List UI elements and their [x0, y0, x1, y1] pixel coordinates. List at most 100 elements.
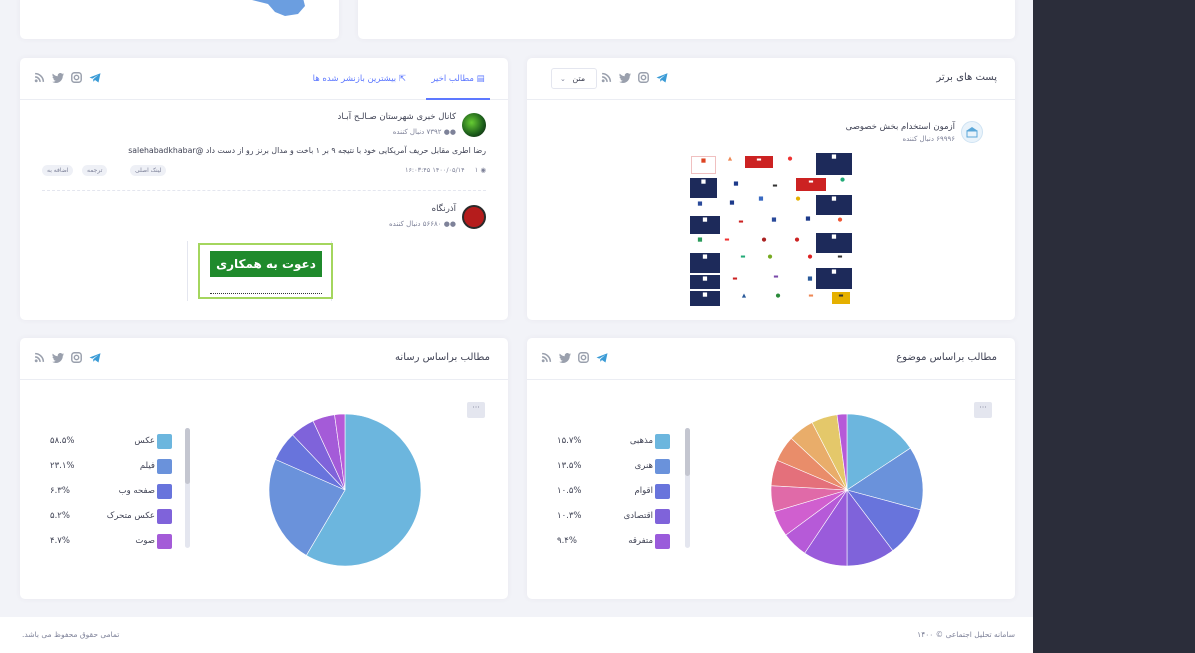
- channel-followers: ۶۹۹۹۶ دنبال کننده: [902, 135, 955, 143]
- logo-tile: ■: [733, 181, 739, 187]
- media-pie-chart: [268, 413, 422, 567]
- card-title: مطالب براساس رسانه: [395, 352, 490, 363]
- tab-most-shared[interactable]: ⇱ بیشترین بازنشر شده ها: [313, 74, 406, 84]
- post-image[interactable]: ■ ▲ ▬ ● ■ ■ ■ ▬ ▬ ● ■ ■ ■ ● ■ ■ ▬ ■ ■ ● …: [690, 153, 852, 306]
- card-title: پست های برتر: [936, 72, 997, 83]
- instagram-icon[interactable]: [578, 352, 589, 363]
- logo-tile: ▬: [832, 292, 850, 304]
- twitter-icon[interactable]: [559, 352, 571, 363]
- chevron-down-icon: ⌄: [560, 75, 566, 83]
- legend-swatch[interactable]: [157, 534, 172, 549]
- tag-original-link[interactable]: لینک اصلی: [130, 165, 167, 176]
- legend-swatch[interactable]: [655, 434, 670, 449]
- legend-swatch[interactable]: [157, 459, 172, 474]
- legend-label[interactable]: صفحه وب: [119, 486, 155, 496]
- legend-label[interactable]: اقتصادی: [624, 511, 653, 521]
- rss-icon[interactable]: [601, 72, 612, 83]
- tab-recent-label: مطالب اخیر: [431, 74, 474, 84]
- users-icon: ●●: [443, 220, 456, 228]
- logo-tile: ▬: [745, 156, 773, 168]
- twitter-icon[interactable]: [52, 72, 64, 83]
- type-select[interactable]: ⌄ متن: [551, 68, 597, 89]
- map-fragment: [252, 0, 305, 16]
- legend-label[interactable]: فیلم: [140, 461, 155, 471]
- logo-tile: ▬: [772, 183, 778, 189]
- legend-value: ۴.۷%: [50, 536, 70, 546]
- card-header: پست های برتر ⌄ متن: [527, 58, 1015, 100]
- rss-icon[interactable]: [34, 352, 45, 363]
- channel-name[interactable]: آزمون استخدام بخش خصوصی: [846, 122, 955, 132]
- social-icons: [601, 72, 668, 83]
- newspaper-icon: ▤: [476, 74, 485, 84]
- top-left-card: [20, 0, 339, 39]
- rss-icon[interactable]: [541, 352, 552, 363]
- logo-tile: ●: [767, 254, 773, 260]
- legend-label[interactable]: اقوام: [635, 486, 653, 496]
- legend-label[interactable]: مذهبی: [630, 436, 653, 446]
- tag-translate[interactable]: ترجمه: [82, 165, 108, 176]
- logo-tile: ■: [690, 253, 720, 273]
- telegram-icon[interactable]: [656, 72, 668, 83]
- instagram-icon[interactable]: [71, 72, 82, 83]
- legend-swatch[interactable]: [655, 534, 670, 549]
- logo-tile: ■: [771, 217, 777, 223]
- tab-recent[interactable]: ▤ مطالب اخیر: [426, 58, 490, 100]
- logo-tile: ●: [837, 217, 843, 223]
- legend-label[interactable]: عکس: [134, 436, 155, 446]
- chart-menu-button[interactable]: ···: [467, 402, 485, 418]
- type-select-value: متن: [572, 74, 586, 83]
- logo-tile: ■: [690, 291, 720, 306]
- social-icons: [34, 352, 101, 363]
- eye-icon: ◉: [480, 166, 486, 174]
- logo-tile: ■: [729, 200, 735, 206]
- legend-value: ۶.۳%: [50, 486, 70, 496]
- legend-swatch[interactable]: [655, 459, 670, 474]
- top-right-card: [358, 0, 1015, 39]
- legend-label[interactable]: صوت: [135, 536, 155, 546]
- legend-swatch[interactable]: [157, 484, 172, 499]
- logo-tile: ●: [840, 177, 845, 183]
- legend-value: ۱۰.۵%: [557, 486, 582, 496]
- logo-tile: ■: [690, 275, 720, 289]
- logo-tile: ▬: [796, 178, 826, 191]
- card-header: ▤ مطالب اخیر ⇱ بیشترین بازنشر شده ها: [20, 58, 508, 100]
- telegram-icon[interactable]: [89, 72, 101, 83]
- logo-tile: ■: [690, 216, 720, 234]
- post-channel-name[interactable]: آذرنگاه: [432, 204, 456, 214]
- post-image[interactable]: دعوت به همکاری: [187, 241, 333, 301]
- legend-swatch[interactable]: [157, 434, 172, 449]
- post-followers: ۷۳۹۲ دنبال کننده: [392, 128, 442, 136]
- legend-label[interactable]: هنری: [635, 461, 653, 471]
- media-chart-card: مطالب براساس رسانه ··· عکس ۵۸.۵% فیلم ۲۳.۱%…: [20, 338, 508, 599]
- legend-swatch[interactable]: [655, 484, 670, 499]
- telegram-icon[interactable]: [89, 352, 101, 363]
- logo-tile: ▬: [773, 274, 779, 280]
- rss-icon[interactable]: [34, 72, 45, 83]
- post-avatar: [462, 113, 486, 137]
- legend-swatch[interactable]: [157, 509, 172, 524]
- dark-side-panel: [1033, 0, 1195, 653]
- channel-avatar: [961, 121, 983, 143]
- post-channel-name[interactable]: کانال خبری شهرستان صـالـح آبـاد: [338, 112, 456, 122]
- legend-value: ۲۳.۱%: [50, 461, 75, 471]
- legend-label[interactable]: متفرقه: [628, 536, 653, 546]
- logo-tile: ▬: [732, 276, 738, 282]
- logo-tile: ■: [816, 195, 852, 215]
- instagram-icon[interactable]: [638, 72, 649, 83]
- chart-menu-button[interactable]: ···: [974, 402, 992, 418]
- image-banner: دعوت به همکاری: [210, 251, 322, 277]
- logo-tile: ■: [697, 237, 703, 243]
- legend-scroll-thumb[interactable]: [685, 428, 690, 476]
- legend-swatch[interactable]: [655, 509, 670, 524]
- legend-label[interactable]: عکس متحرک: [107, 511, 155, 521]
- logo-tile: ●: [794, 237, 800, 243]
- legend-scroll-thumb[interactable]: [185, 428, 190, 484]
- instagram-icon[interactable]: [71, 352, 82, 363]
- twitter-icon[interactable]: [52, 352, 64, 363]
- tag-add-to[interactable]: اضافه به: [42, 165, 74, 176]
- footer: سامانه تحلیل اجتماعی © ۱۴۰۰ تمامی حقوق م…: [0, 617, 1033, 653]
- telegram-icon[interactable]: [596, 352, 608, 363]
- twitter-icon[interactable]: [619, 72, 631, 83]
- logo-tile: ▬: [740, 254, 746, 260]
- image-text-line: [210, 293, 322, 295]
